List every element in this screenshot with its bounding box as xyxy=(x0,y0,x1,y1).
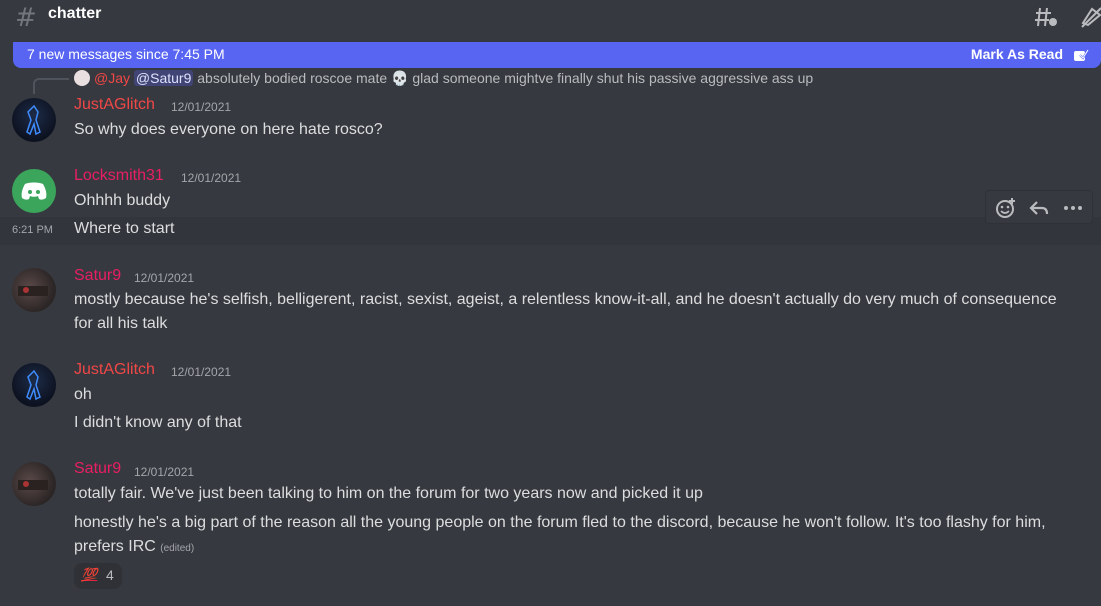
reply-author[interactable]: @Jay xyxy=(94,70,130,86)
message-text: I didn't know any of that xyxy=(74,414,242,431)
message-timestamp: 12/01/2021 xyxy=(181,171,242,185)
message-timestamp: 12/01/2021 xyxy=(134,465,195,479)
message-text: honestly he's a big part of the reason a… xyxy=(74,511,1064,561)
edited-label: (edited) xyxy=(160,543,195,554)
skull-emoji-icon: 💀 xyxy=(391,70,409,86)
avatar[interactable] xyxy=(12,363,56,407)
more-options-icon[interactable] xyxy=(1062,197,1084,219)
add-reaction-icon[interactable] xyxy=(995,197,1017,219)
reaction-pill[interactable]: 💯 4 xyxy=(74,563,122,589)
message-author[interactable]: Locksmith31 xyxy=(74,167,164,185)
message-author[interactable]: JustAGlitch xyxy=(74,96,155,114)
message-text: totally fair. We've just been talking to… xyxy=(74,485,703,502)
message-author[interactable]: Satur9 xyxy=(74,267,121,285)
mark-as-read-button[interactable]: Mark As Read xyxy=(971,46,1063,62)
threads-icon[interactable] xyxy=(1034,5,1058,34)
reaction-count: 4 xyxy=(106,567,114,583)
message-text: oh xyxy=(74,386,92,403)
avatar[interactable] xyxy=(12,98,56,142)
message-timestamp: 12/01/2021 xyxy=(134,271,195,285)
discord-logo-icon xyxy=(21,182,47,200)
avatar[interactable] xyxy=(12,268,56,312)
message-author[interactable]: Satur9 xyxy=(74,460,121,478)
reply-text-2: glad someone mightve finally shut his pa… xyxy=(412,70,814,86)
message-text: mostly because he's selfish, belligerent… xyxy=(74,291,1057,332)
reply-text: absolutely bodied roscoe mate xyxy=(197,70,388,86)
hashtag-icon: # xyxy=(15,3,37,33)
avatar[interactable] xyxy=(12,462,56,506)
hover-timestamp: 6:21 PM xyxy=(12,224,53,236)
reply-preview[interactable]: @Jay @Satur9 absolutely bodied roscoe ma… xyxy=(74,70,813,90)
avatar[interactable] xyxy=(12,169,56,213)
mark-read-icon[interactable] xyxy=(1073,47,1089,68)
channel-header: # chatter xyxy=(0,0,1101,36)
message-actions-toolbar xyxy=(985,190,1093,224)
message-timestamp: 12/01/2021 xyxy=(171,100,232,114)
reply-mention[interactable]: @Satur9 xyxy=(133,70,194,86)
channel-name: chatter xyxy=(48,5,102,22)
new-messages-bar[interactable]: 7 new messages since 7:45 PM Mark As Rea… xyxy=(13,42,1101,68)
message-author[interactable]: JustAGlitch xyxy=(74,361,155,379)
new-messages-text: 7 new messages since 7:45 PM xyxy=(27,46,225,62)
reply-icon[interactable] xyxy=(1028,197,1050,219)
message-text: Where to start xyxy=(74,220,175,237)
message-timestamp: 12/01/2021 xyxy=(171,365,232,379)
hundred-points-emoji-icon: 💯 xyxy=(81,567,98,582)
message-text-body: honestly he's a big part of the reason a… xyxy=(74,514,1046,555)
message-text: Ohhhh buddy xyxy=(74,192,171,209)
notification-mute-icon[interactable] xyxy=(1080,5,1101,34)
reply-avatar-icon xyxy=(74,70,90,86)
message-text: So why does everyone on here hate rosco? xyxy=(74,121,383,138)
reply-spine xyxy=(33,78,69,94)
